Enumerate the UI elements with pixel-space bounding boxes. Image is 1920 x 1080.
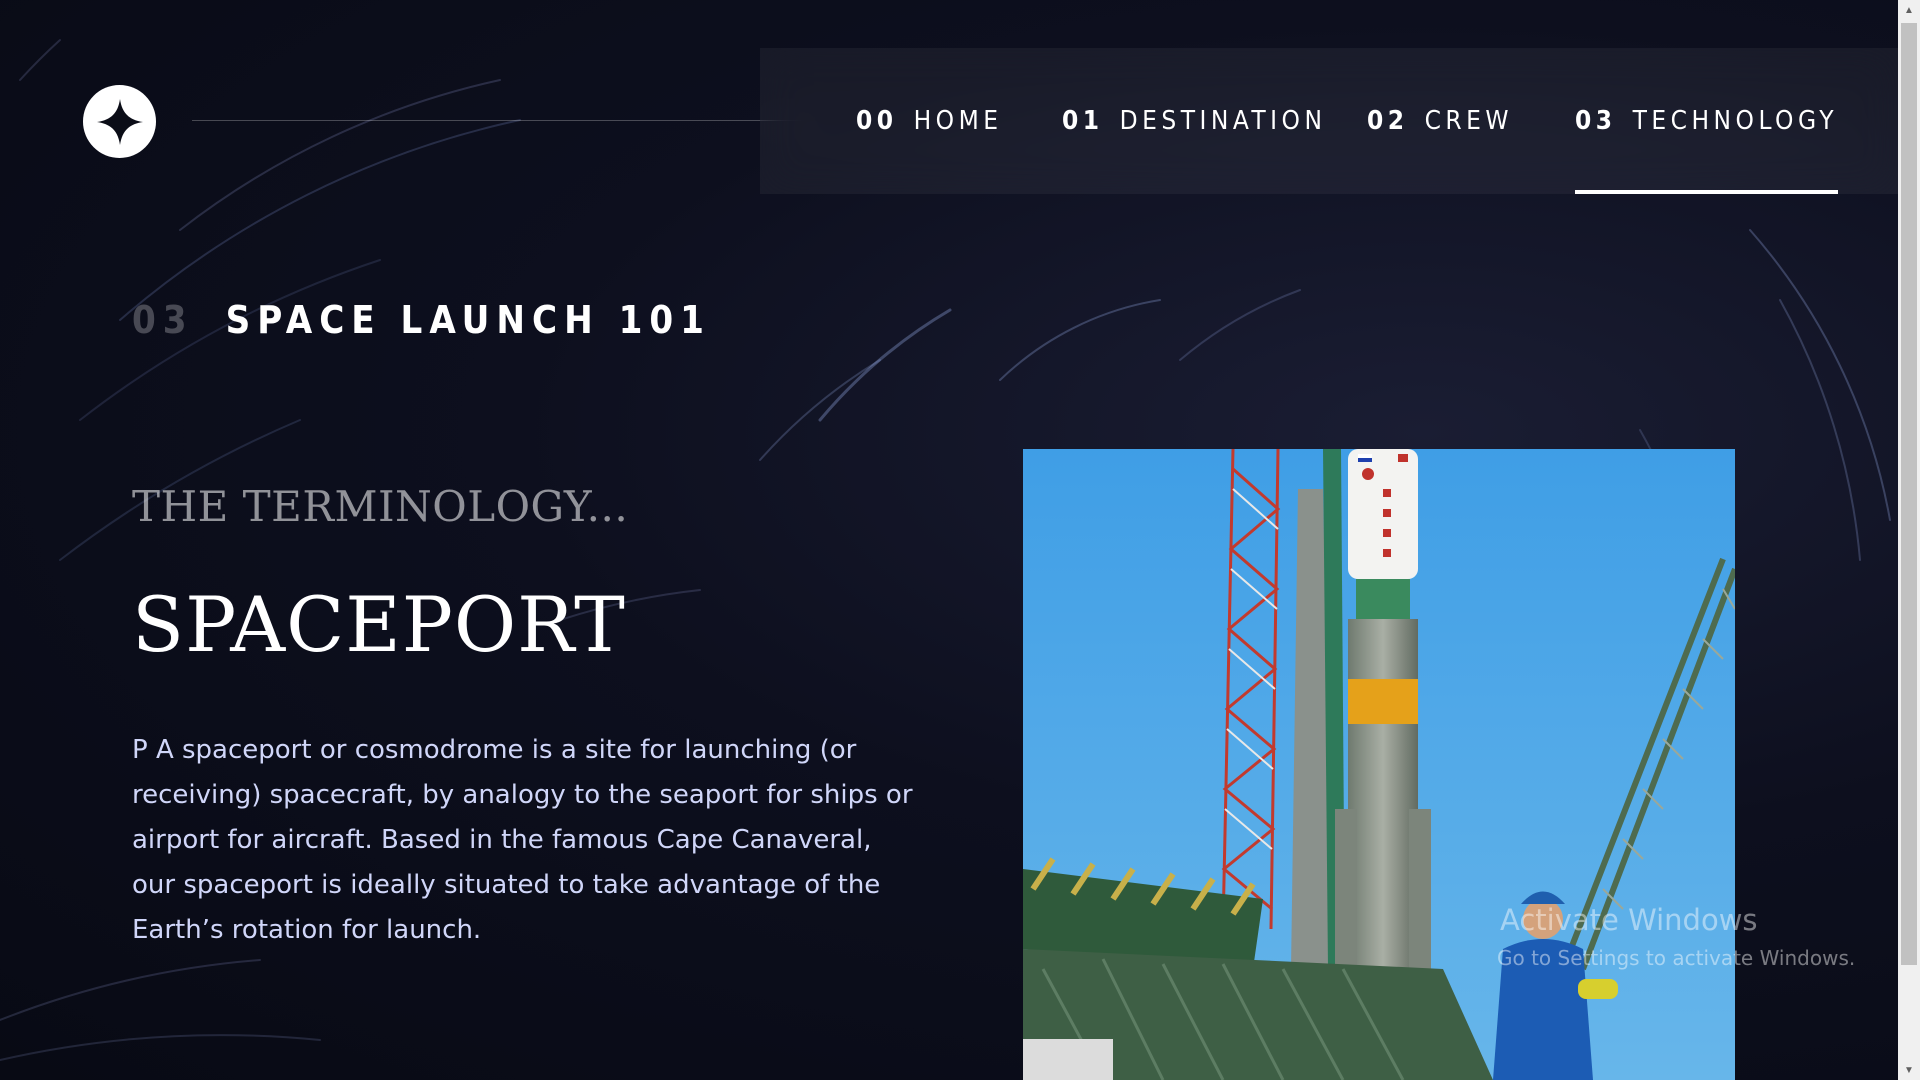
- page-heading-number: 03: [132, 298, 194, 342]
- main-nav: 00 HOME 01 DESTINATION 02 CREW 03 TECHNO…: [760, 48, 1898, 194]
- nav-item-label: TECHNOLOGY: [1632, 106, 1839, 136]
- nav-item-label: CREW: [1424, 106, 1514, 136]
- nav-item-crew[interactable]: 02 CREW: [1367, 48, 1513, 194]
- terminology-subtitle: THE TERMINOLOGY...: [132, 482, 629, 531]
- scroll-up-button[interactable]: ▲: [1898, 0, 1920, 20]
- activate-windows-watermark: Activate Windows: [1500, 903, 1758, 937]
- nav-item-label: HOME: [913, 106, 1003, 136]
- nav-item-home[interactable]: 00 HOME: [856, 48, 1003, 194]
- scrollbar-thumb[interactable]: [1901, 23, 1917, 965]
- nav-item-number: 01: [1062, 106, 1104, 136]
- nav-item-label: DESTINATION: [1119, 106, 1327, 136]
- page-heading: 03 SPACE LAUNCH 101: [132, 298, 711, 342]
- nav-item-destination[interactable]: 01 DESTINATION: [1062, 48, 1326, 194]
- technology-title: SPACEPORT: [132, 580, 626, 669]
- nav-item-number: 02: [1367, 106, 1409, 136]
- logo[interactable]: [83, 85, 156, 158]
- activate-windows-hint: Go to Settings to activate Windows.: [1497, 946, 1856, 970]
- nav-item-number: 00: [856, 106, 898, 136]
- technology-description: P A spaceport or cosmodrome is a site fo…: [132, 735, 913, 945]
- nav-item-technology[interactable]: 03 TECHNOLOGY: [1575, 48, 1839, 194]
- page-heading-label: SPACE LAUNCH 101: [225, 298, 711, 342]
- spaceport-photo: [1023, 449, 1735, 1080]
- scroll-down-button[interactable]: ▼: [1898, 1060, 1920, 1080]
- nav-item-number: 03: [1575, 106, 1617, 136]
- triangle-up-icon: ▲: [1904, 4, 1914, 16]
- triangle-down-icon: ▼: [1904, 1064, 1914, 1076]
- header-divider-line: [192, 120, 808, 121]
- four-point-star-icon: [96, 98, 143, 145]
